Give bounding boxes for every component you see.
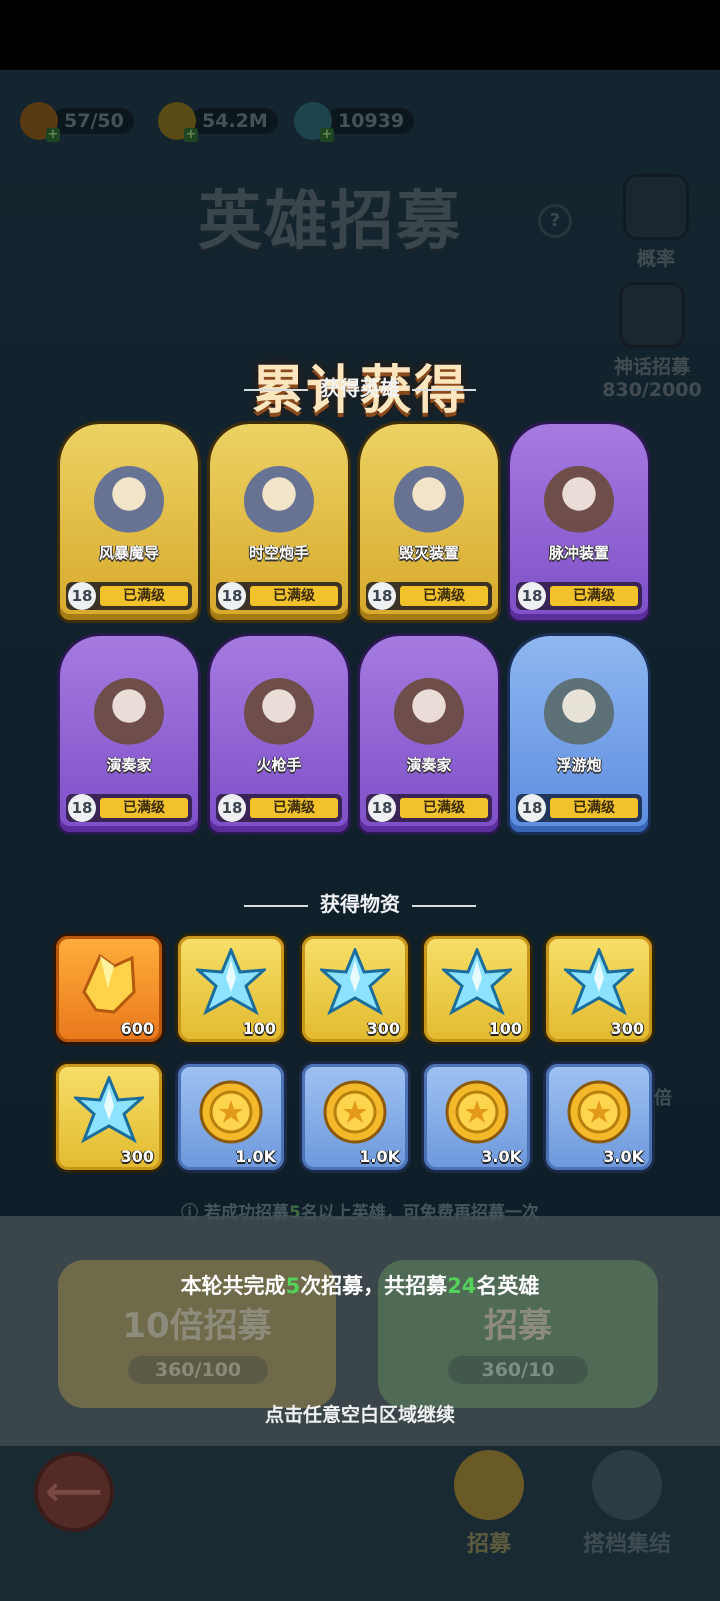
hero-level-badge: 18 — [218, 582, 246, 610]
nav-team-tab[interactable]: 搭档集结 — [572, 1450, 682, 1558]
hero-card[interactable]: 脉冲装置 18 已满级 — [510, 424, 648, 620]
hero-name: 脉冲装置 — [548, 544, 609, 562]
side-multiplier-label: 倍 — [654, 1088, 672, 1109]
reward-item[interactable]: 1.0K — [178, 1064, 284, 1170]
hero-portrait-icon — [94, 466, 164, 536]
reward-quantity: 300 — [366, 1019, 400, 1038]
hero-level-badge: 18 — [368, 794, 396, 822]
reward-item[interactable]: 1.0K — [302, 1064, 408, 1170]
recruit-summary: 本轮共完成5次招募，共招募24名英雄 — [180, 1274, 540, 1298]
reward-item[interactable]: 600 — [56, 936, 162, 1042]
reward-item[interactable]: 100 — [178, 936, 284, 1042]
reward-quantity: 100 — [488, 1019, 522, 1038]
hero-portrait-icon — [244, 678, 314, 748]
hero-card[interactable]: 演奏家 18 已满级 — [60, 636, 198, 832]
hero-max-status: 已满级 — [550, 798, 638, 818]
hero-level-badge: 18 — [218, 794, 246, 822]
hero-card[interactable]: 演奏家 18 已满级 — [360, 636, 498, 832]
reward-quantity: 1.0K — [359, 1147, 400, 1166]
nav-recruit-tab[interactable]: 招募 — [434, 1450, 544, 1558]
hero-max-status: 已满级 — [400, 586, 488, 606]
hero-portrait-icon — [394, 678, 464, 748]
reward-item[interactable]: 3.0K — [546, 1064, 652, 1170]
hero-name: 演奏家 — [406, 756, 452, 774]
continue-hint[interactable]: 点击任意空白区域继续 — [0, 1400, 720, 1427]
hero-portrait-icon — [544, 678, 614, 748]
reward-item[interactable]: 300 — [546, 936, 652, 1042]
reward-quantity: 3.0K — [481, 1147, 522, 1166]
hero-level-badge: 18 — [518, 794, 546, 822]
hero-max-status: 已满级 — [250, 586, 338, 606]
reward-quantity: 100 — [242, 1019, 276, 1038]
hero-name: 浮游炮 — [556, 756, 602, 774]
reward-quantity: 300 — [610, 1019, 644, 1038]
reward-item[interactable]: 300 — [302, 936, 408, 1042]
hero-max-status: 已满级 — [550, 586, 638, 606]
hero-portrait-icon — [244, 466, 314, 536]
hero-level-badge: 18 — [68, 794, 96, 822]
paw-icon — [592, 1450, 662, 1520]
back-button[interactable]: ⟵ — [34, 1452, 114, 1532]
reward-quantity: 600 — [120, 1019, 154, 1038]
reward-item[interactable]: 300 — [56, 1064, 162, 1170]
reward-quantity: 1.0K — [235, 1147, 276, 1166]
hero-max-status: 已满级 — [400, 798, 488, 818]
hero-portrait-icon — [544, 466, 614, 536]
hero-level-badge: 18 — [68, 582, 96, 610]
heroes-header: 获得英雄 — [0, 372, 720, 401]
hero-max-status: 已满级 — [100, 798, 188, 818]
reward-item[interactable]: 100 — [424, 936, 530, 1042]
hero-card[interactable]: 火枪手 18 已满级 — [210, 636, 348, 832]
hero-face-icon — [454, 1450, 524, 1520]
hero-card[interactable]: 时空炮手 18 已满级 — [210, 424, 348, 620]
reward-quantity: 300 — [120, 1147, 154, 1166]
hero-portrait-icon — [394, 466, 464, 536]
recruit-screen[interactable]: + 57/50 + 54.2M + 10939 英雄招募 ? 概率 神话招募 8… — [0, 70, 720, 1601]
hero-name: 毁灭装置 — [398, 544, 459, 562]
items-header: 获得物资 — [0, 888, 720, 917]
hero-level-badge: 18 — [518, 582, 546, 610]
hero-card[interactable]: 浮游炮 18 已满级 — [510, 636, 648, 832]
hero-name: 火枪手 — [256, 756, 302, 774]
hero-max-status: 已满级 — [250, 798, 338, 818]
reward-quantity: 3.0K — [603, 1147, 644, 1166]
hero-portrait-icon — [94, 678, 164, 748]
hero-card[interactable]: 风暴魔导 18 已满级 — [60, 424, 198, 620]
hero-max-status: 已满级 — [100, 586, 188, 606]
hero-card[interactable]: 毁灭装置 18 已满级 — [360, 424, 498, 620]
hero-name: 风暴魔导 — [98, 544, 159, 562]
reward-item[interactable]: 3.0K — [424, 1064, 530, 1170]
hero-name: 演奏家 — [106, 756, 152, 774]
hero-level-badge: 18 — [368, 582, 396, 610]
hero-name: 时空炮手 — [248, 544, 309, 562]
